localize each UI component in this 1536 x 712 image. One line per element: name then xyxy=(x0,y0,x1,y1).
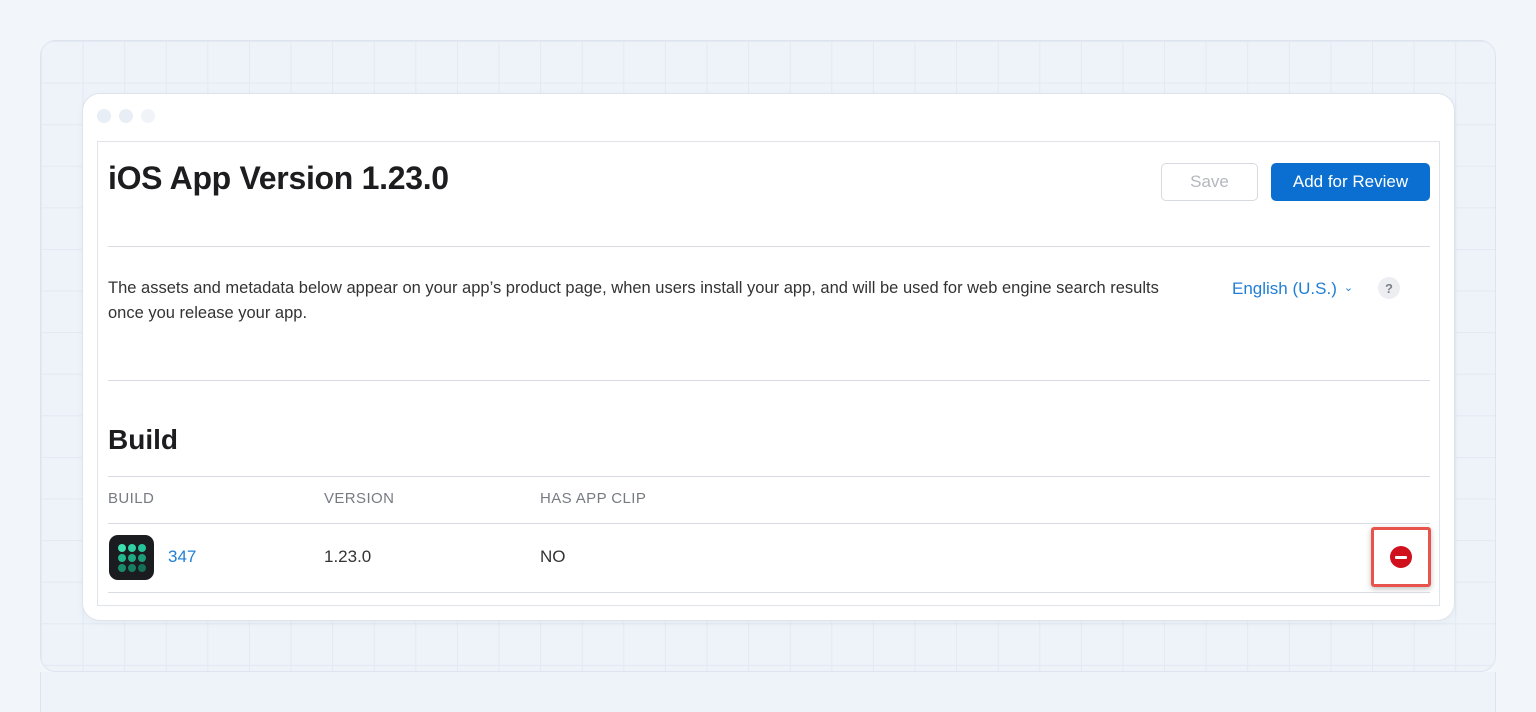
column-header-version: VERSION xyxy=(324,490,395,507)
table-header-divider xyxy=(108,476,1430,477)
build-version: 1.23.0 xyxy=(324,547,372,566)
chevron-down-icon: ⌄ xyxy=(1343,282,1354,294)
build-section-title: Build xyxy=(108,424,178,455)
page-description: The assets and metadata below appear on … xyxy=(108,279,1159,322)
grid-backdrop-lower xyxy=(40,672,1496,712)
save-button[interactable]: Save xyxy=(1161,163,1258,201)
app-window: iOS App Version 1.23.0 Save Add for Revi… xyxy=(82,93,1455,621)
add-for-review-button[interactable]: Add for Review xyxy=(1271,163,1430,201)
column-header-build: BUILD xyxy=(108,490,155,507)
close-window-dot[interactable] xyxy=(97,109,111,123)
window-controls xyxy=(97,109,155,123)
minimize-window-dot[interactable] xyxy=(119,109,133,123)
version-panel: iOS App Version 1.23.0 Save Add for Revi… xyxy=(97,141,1440,606)
app-icon xyxy=(109,535,154,580)
build-number-link[interactable]: 347 xyxy=(168,547,196,567)
divider xyxy=(108,380,1430,381)
help-icon[interactable]: ? xyxy=(1378,277,1400,299)
table-bottom-divider xyxy=(108,592,1430,593)
has-app-clip-value: NO xyxy=(540,547,566,566)
remove-icon[interactable] xyxy=(1390,546,1412,568)
remove-build-highlight xyxy=(1371,527,1431,587)
divider xyxy=(108,246,1430,247)
table-row-divider xyxy=(108,523,1430,524)
column-header-app-clip: HAS APP CLIP xyxy=(540,490,647,507)
zoom-window-dot[interactable] xyxy=(141,109,155,123)
language-selector[interactable]: English (U.S.) ⌄ xyxy=(1232,276,1353,301)
language-label: English (U.S.) xyxy=(1232,279,1337,298)
page-title: iOS App Version 1.23.0 xyxy=(108,160,449,196)
